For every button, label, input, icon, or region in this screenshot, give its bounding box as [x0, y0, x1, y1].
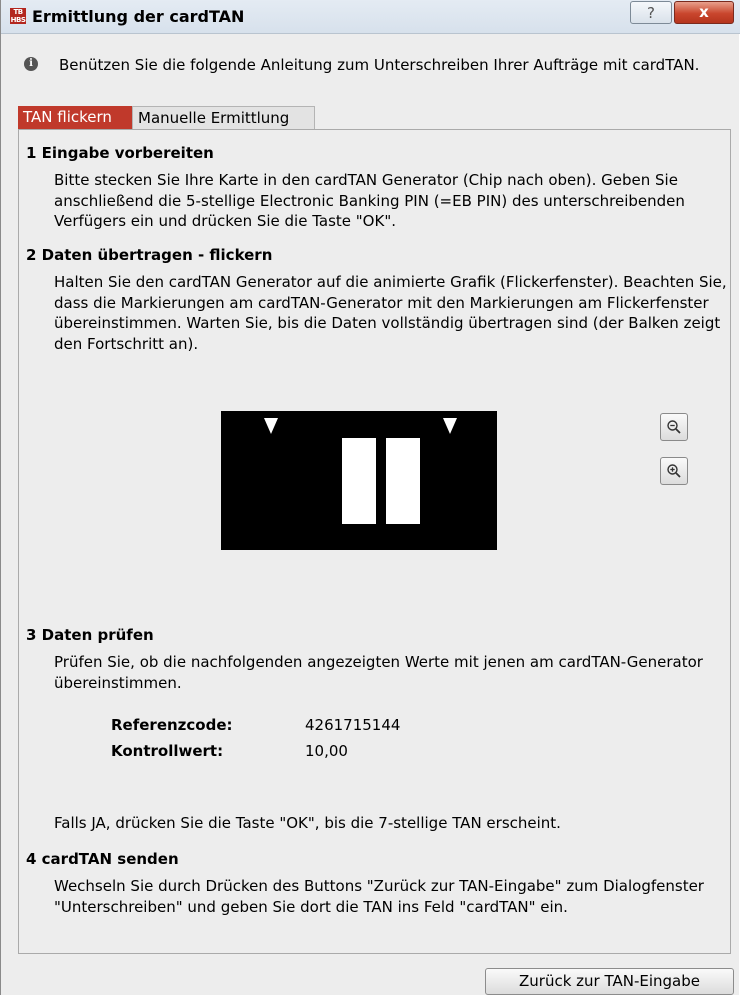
- right-marker-icon: [443, 418, 457, 434]
- zoom-out-icon: [666, 417, 682, 435]
- section-3-text: Prüfen Sie, ob die nachfolgenden angezei…: [54, 653, 703, 692]
- section-1-heading: 1 Eingabe vorbereiten: [26, 144, 214, 162]
- section-3-heading: 3 Daten prüfen: [26, 626, 154, 644]
- flicker-window: [221, 411, 497, 550]
- section-1-text: Bitte stecken Sie Ihre Karte in den card…: [54, 171, 685, 230]
- title-bar: TB HBS Ermittlung der cardTAN ? x: [1, 0, 740, 34]
- referenzcode-label: Referenzcode:: [111, 716, 233, 734]
- zoom-in-icon: [666, 461, 682, 479]
- flicker-bar: [386, 438, 420, 524]
- section-4-text: Wechseln Sie durch Drücken des Buttons "…: [54, 877, 704, 916]
- kontrollwert-value: 10,00: [305, 742, 348, 760]
- section-3-note: Falls JA, drücken Sie die Taste "OK", bi…: [54, 814, 561, 832]
- tab-tan-flickern[interactable]: TAN flickern: [18, 106, 132, 129]
- tab-panel: 1 Eingabe vorbereiten Bitte stecken Sie …: [18, 129, 731, 954]
- zoom-in-button[interactable]: [660, 457, 688, 485]
- referenzcode-value: 4261715144: [305, 716, 401, 734]
- app-logo-icon: TB HBS: [10, 8, 26, 24]
- info-text: Benützen Sie die folgende Anleitung zum …: [59, 56, 700, 74]
- section-2-text: Halten Sie den cardTAN Generator auf die…: [54, 273, 727, 353]
- section-2-heading: 2 Daten übertragen - flickern: [26, 246, 273, 264]
- left-marker-icon: [264, 418, 278, 434]
- help-button[interactable]: ?: [630, 1, 672, 24]
- window-title: Ermittlung der cardTAN: [32, 7, 245, 26]
- dialog-window: TB HBS Ermittlung der cardTAN ? x i Benü…: [0, 0, 740, 995]
- info-icon: i: [24, 57, 38, 71]
- section-4-heading: 4 cardTAN senden: [26, 850, 179, 868]
- flicker-bar: [342, 438, 376, 524]
- tab-manuelle-ermittlung[interactable]: Manuelle Ermittlung: [132, 106, 315, 129]
- back-to-tan-input-button[interactable]: Zurück zur TAN-Eingabe: [485, 968, 734, 995]
- close-button[interactable]: x: [674, 1, 734, 24]
- kontrollwert-label: Kontrollwert:: [111, 742, 224, 760]
- zoom-out-button[interactable]: [660, 413, 688, 441]
